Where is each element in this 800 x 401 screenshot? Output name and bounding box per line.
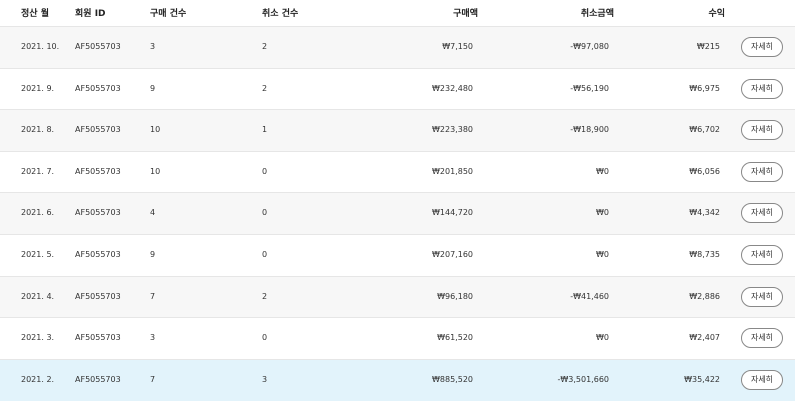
cell-month: 2021. 2.	[21, 375, 55, 384]
cell-month: 2021. 5.	[21, 250, 55, 259]
cell-cancel-amount: -₩97,080	[570, 42, 609, 51]
cell-member-id: AF5055703	[75, 375, 121, 384]
cell-purchase-amount: ₩232,480	[432, 84, 473, 93]
cell-purchase-amount: ₩885,520	[432, 375, 473, 384]
cell-profit: ₩6,975	[689, 84, 720, 93]
cell-cancel-amount: -₩3,501,660	[557, 375, 609, 384]
cell-purchase-amount: ₩207,160	[432, 250, 473, 259]
cell-member-id: AF5055703	[75, 208, 121, 217]
cell-purchase-count: 9	[150, 250, 156, 259]
cell-purchase-amount: ₩144,720	[432, 208, 473, 217]
table-row[interactable]: 2021. 10. AF5055703 3 2 ₩7,150 -₩97,080 ₩215 자세…	[0, 26, 795, 68]
cell-cancel-amount: -₩18,900	[570, 125, 609, 134]
cell-month: 2021. 6.	[21, 208, 55, 217]
cell-cancel-count: 3	[262, 375, 268, 384]
cell-cancel-amount: -₩41,460	[570, 292, 609, 301]
cell-purchase-count: 3	[150, 333, 156, 342]
cell-cancel-amount: ₩0	[596, 208, 609, 217]
cell-purchase-amount: ₩223,380	[432, 125, 473, 134]
table-row[interactable]: 2021. 4. AF5055703 7 2 ₩96,180 -₩41,460 ₩2,886…	[0, 276, 795, 318]
detail-button[interactable]: 자세히	[741, 120, 783, 140]
cell-cancel-count: 1	[262, 125, 268, 134]
cell-purchase-count: 9	[150, 84, 156, 93]
cell-profit: ₩2,407	[689, 333, 720, 342]
cell-purchase-amount: ₩7,150	[442, 42, 473, 51]
cell-month: 2021. 7.	[21, 167, 55, 176]
cell-cancel-amount: ₩0	[596, 167, 609, 176]
header-cancel-amount: 취소금액	[580, 9, 614, 19]
detail-button[interactable]: 자세히	[741, 245, 783, 265]
cell-purchase-amount: ₩201,850	[432, 167, 473, 176]
table-row[interactable]: 2021. 3. AF5055703 3 0 ₩61,520 ₩0 ₩2,407 자세히	[0, 317, 795, 359]
cell-member-id: AF5055703	[75, 333, 121, 342]
cell-purchase-amount: ₩61,520	[437, 333, 473, 342]
detail-button[interactable]: 자세히	[741, 370, 783, 390]
cell-profit: ₩2,886	[689, 292, 720, 301]
cell-purchase-count: 10	[150, 167, 161, 176]
cell-month: 2021. 8.	[21, 125, 55, 134]
cell-member-id: AF5055703	[75, 84, 121, 93]
settlement-table: 정산 월 회원 ID 구매 건수 취소 건수 구매액 취소금액 수익 2021.…	[0, 0, 800, 401]
cell-member-id: AF5055703	[75, 167, 121, 176]
cell-month: 2021. 9.	[21, 84, 55, 93]
table-header: 정산 월 회원 ID 구매 건수 취소 건수 구매액 취소금액 수익	[0, 0, 800, 24]
cell-purchase-count: 3	[150, 42, 156, 51]
cell-month: 2021. 3.	[21, 333, 55, 342]
cell-profit: ₩8,735	[689, 250, 720, 259]
cell-member-id: AF5055703	[75, 250, 121, 259]
cell-cancel-amount: -₩56,190	[570, 84, 609, 93]
cell-cancel-amount: ₩0	[596, 333, 609, 342]
cell-cancel-count: 0	[262, 167, 268, 176]
cell-month: 2021. 10.	[21, 42, 60, 51]
cell-cancel-count: 2	[262, 84, 268, 93]
header-member-id: 회원 ID	[75, 9, 106, 19]
cell-purchase-count: 7	[150, 292, 156, 301]
table-row[interactable]: 2021. 2. AF5055703 7 3 ₩885,520 -₩3,501,660 ₩3…	[0, 359, 795, 401]
table-row[interactable]: 2021. 5. AF5055703 9 0 ₩207,160 ₩0 ₩8,735 자세히	[0, 234, 795, 276]
cell-member-id: AF5055703	[75, 292, 121, 301]
table-row[interactable]: 2021. 9. AF5055703 9 2 ₩232,480 -₩56,190 ₩6,97…	[0, 68, 795, 110]
cell-profit: ₩6,056	[689, 167, 720, 176]
cell-cancel-count: 2	[262, 42, 268, 51]
header-month: 정산 월	[21, 9, 49, 19]
header-profit: 수익	[708, 9, 725, 19]
cell-cancel-count: 2	[262, 292, 268, 301]
cell-member-id: AF5055703	[75, 42, 121, 51]
table-row[interactable]: 2021. 8. AF5055703 10 1 ₩223,380 -₩18,900 ₩6,7…	[0, 109, 795, 151]
cell-purchase-amount: ₩96,180	[437, 292, 473, 301]
cell-cancel-amount: ₩0	[596, 250, 609, 259]
table-row[interactable]: 2021. 7. AF5055703 10 0 ₩201,850 ₩0 ₩6,056 자세히	[0, 151, 795, 193]
header-purchase-count: 구매 건수	[150, 9, 187, 19]
detail-button[interactable]: 자세히	[741, 287, 783, 307]
cell-profit: ₩35,422	[684, 375, 720, 384]
cell-purchase-count: 10	[150, 125, 161, 134]
cell-purchase-count: 4	[150, 208, 156, 217]
cell-member-id: AF5055703	[75, 125, 121, 134]
cell-cancel-count: 0	[262, 250, 268, 259]
cell-cancel-count: 0	[262, 333, 268, 342]
cell-profit: ₩6,702	[689, 125, 720, 134]
cell-purchase-count: 7	[150, 375, 156, 384]
detail-button[interactable]: 자세히	[741, 37, 783, 57]
cell-cancel-count: 0	[262, 208, 268, 217]
detail-button[interactable]: 자세히	[741, 79, 783, 99]
detail-button[interactable]: 자세히	[741, 162, 783, 182]
cell-profit: ₩215	[696, 42, 720, 51]
table-row[interactable]: 2021. 6. AF5055703 4 0 ₩144,720 ₩0 ₩4,342 자세히	[0, 192, 795, 234]
header-cancel-count: 취소 건수	[262, 9, 299, 19]
header-purchase-amount: 구매액	[453, 9, 478, 19]
detail-button[interactable]: 자세히	[741, 203, 783, 223]
cell-month: 2021. 4.	[21, 292, 55, 301]
detail-button[interactable]: 자세히	[741, 328, 783, 348]
cell-profit: ₩4,342	[689, 208, 720, 217]
